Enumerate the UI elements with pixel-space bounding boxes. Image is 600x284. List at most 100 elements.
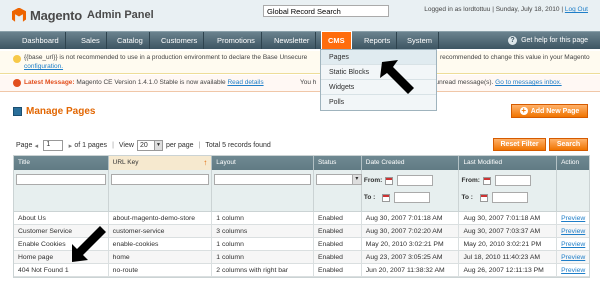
page-label: Page — [16, 142, 33, 149]
calendar-icon[interactable] — [479, 193, 488, 202]
cell-url-key: no-route — [109, 264, 213, 276]
messages-inbox-link[interactable]: Go to messages inbox. — [495, 79, 561, 86]
preview-link[interactable]: Preview — [561, 267, 585, 274]
filter-url-key-input[interactable] — [110, 174, 210, 185]
from-label: From: — [363, 177, 383, 184]
magento-logo-icon — [12, 7, 26, 22]
plus-icon: + — [519, 106, 528, 115]
cell-title: About Us — [14, 212, 109, 224]
from-label: From: — [461, 177, 480, 184]
table-row[interactable]: About Us about-magento-demo-store 1 colu… — [14, 212, 589, 225]
menu-item-polls[interactable]: Polls — [321, 95, 436, 110]
annotation-arrow-icon — [72, 226, 106, 262]
filter-title-input[interactable] — [16, 174, 106, 185]
global-search-input[interactable] — [263, 5, 389, 17]
created-to-input[interactable] — [394, 192, 431, 203]
configuration-link[interactable]: configuration. — [24, 63, 63, 70]
filter-modified-to: To : — [461, 191, 554, 204]
read-details-link[interactable]: Read details — [227, 79, 263, 86]
cell-last-modified: Jul 18, 2010 11:40:23 AM — [459, 251, 558, 263]
page-title-text: Manage Pages — [26, 106, 96, 117]
sort-arrow-icon: ↑ — [203, 158, 208, 167]
annotation-arrow-icon — [380, 60, 414, 94]
per-page-select[interactable]: 20 ▼ — [136, 140, 163, 151]
latest-message-bar: Latest Message: Magento CE Version 1.4.1… — [0, 75, 600, 92]
calendar-icon[interactable] — [482, 176, 491, 185]
main-nav: Dashboard Sales Catalog Customers Promot… — [0, 31, 600, 50]
col-url-key[interactable]: URL Key ↑ — [108, 156, 213, 170]
user-info: Logged in as lordtottuu | Sunday, July 1… — [424, 6, 588, 13]
filter-modified-from: From: — [461, 174, 554, 187]
cell-title: 404 Not Found 1 — [14, 264, 109, 276]
col-title[interactable]: Title — [14, 156, 109, 170]
nav-cms[interactable]: CMS — [321, 31, 352, 50]
prev-page-icon[interactable]: ◂ — [32, 141, 40, 150]
notice-text-end: recommended to change this value in your… — [440, 54, 590, 61]
latest-label: Latest Message: — [24, 79, 75, 86]
pager: Page ◂ 1 ▸ of 1 pages | View 20 ▼ per pag… — [16, 139, 271, 152]
table-row[interactable]: 404 Not Found 1 no-route 2 columns with … — [14, 264, 589, 277]
modified-to-input[interactable] — [491, 192, 528, 203]
nav-catalog[interactable]: Catalog — [111, 32, 150, 49]
unread-text: otice unread message(s). Go to messages … — [420, 79, 562, 86]
search-button[interactable]: Search — [549, 138, 588, 151]
preview-link[interactable]: Preview — [561, 241, 585, 248]
calendar-icon[interactable] — [385, 176, 394, 185]
modified-from-input[interactable] — [494, 175, 531, 186]
logout-link[interactable]: Log Out — [565, 6, 588, 13]
magento-logo[interactable]: Magento Admin Panel — [12, 7, 154, 23]
filter-status-select[interactable] — [315, 174, 362, 185]
add-new-page-button[interactable]: + Add New Page — [511, 104, 588, 118]
cell-last-modified: Aug 30, 2007 7:01:18 AM — [459, 212, 558, 224]
cell-action: Preview — [557, 251, 589, 263]
calendar-icon[interactable] — [382, 193, 391, 202]
of-pages-text: of 1 pages — [74, 142, 108, 149]
nav-promotions[interactable]: Promotions — [211, 32, 262, 49]
alert-icon — [13, 79, 21, 87]
filter-last-modified-cell: From: To : — [459, 170, 558, 211]
pager-divider: | — [198, 142, 201, 149]
preview-link[interactable]: Preview — [561, 228, 585, 235]
filter-row: From: To : From: To : — [14, 170, 589, 212]
nav-dashboard[interactable]: Dashboard — [16, 32, 66, 49]
cell-layout: 3 columns — [212, 225, 314, 237]
to-label: To : — [461, 194, 473, 201]
nav-customers[interactable]: Customers — [155, 32, 205, 49]
notice-text: {{base_url}} is not recommended to use i… — [24, 54, 308, 61]
help-link[interactable]: ? Get help for this page — [508, 32, 588, 49]
col-status[interactable]: Status — [314, 156, 362, 170]
col-action: Action — [561, 159, 580, 166]
filter-layout-select[interactable] — [214, 174, 311, 185]
view-label: View — [118, 142, 134, 149]
col-last-modified[interactable]: Last Modified — [459, 156, 558, 170]
total-records: Total 5 records found — [205, 142, 271, 149]
nav-reports[interactable]: Reports — [358, 32, 398, 49]
filter-layout-cell — [212, 170, 314, 211]
chevron-down-icon: ▼ — [153, 141, 162, 150]
filter-title-cell — [14, 170, 109, 211]
cell-date-created: Aug 23, 2007 3:05:25 AM — [362, 251, 460, 263]
cell-date-created: Jun 20, 2007 11:38:32 AM — [362, 264, 460, 276]
reset-filter-button[interactable]: Reset Filter — [493, 138, 546, 151]
notice-icon — [13, 55, 21, 63]
add-new-page-label: Add New Page — [530, 107, 580, 115]
filter-created-from: From: — [364, 174, 457, 187]
col-layout[interactable]: Layout — [212, 156, 314, 170]
col-url-key-label: URL Key — [112, 159, 139, 166]
nav-newsletter[interactable]: Newsletter — [268, 32, 317, 49]
cell-last-modified: Aug 30, 2007 7:03:37 AM — [459, 225, 558, 237]
unread-text-start: You h — [300, 79, 317, 86]
system-notice: {{base_url}} is not recommended to use i… — [0, 51, 600, 74]
next-page-icon[interactable]: ▸ — [66, 141, 74, 150]
cell-layout: 1 column — [212, 212, 314, 224]
cell-status: Enabled — [314, 212, 362, 224]
created-from-input[interactable] — [397, 175, 434, 186]
preview-link[interactable]: Preview — [561, 254, 585, 261]
preview-link[interactable]: Preview — [561, 215, 585, 222]
nav-system[interactable]: System — [401, 32, 440, 49]
page-number-input[interactable]: 1 — [43, 140, 64, 151]
col-date-created[interactable]: Date Created — [362, 156, 460, 170]
cell-layout: 1 column — [212, 251, 314, 263]
cell-url-key: enable-cookies — [109, 238, 213, 250]
nav-sales[interactable]: Sales — [75, 32, 107, 49]
